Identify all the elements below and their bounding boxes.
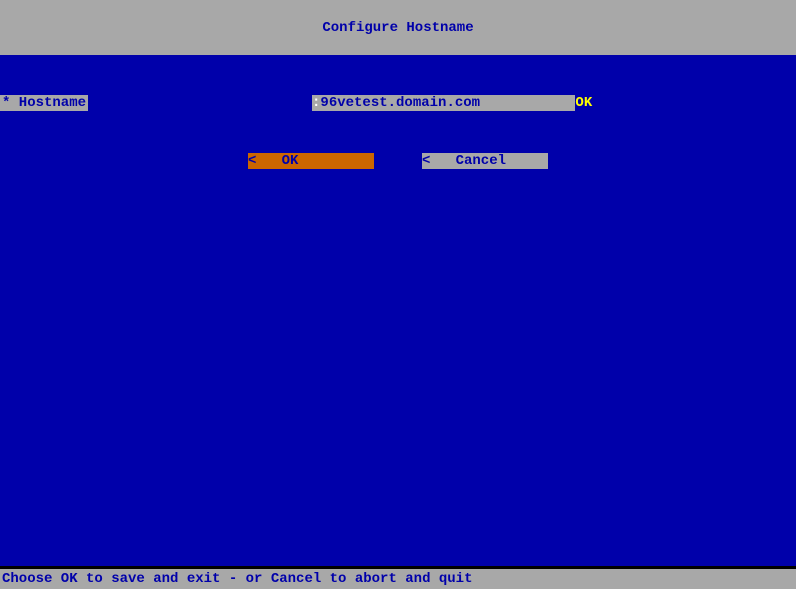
button-row: < OK > < Cancel >: [0, 153, 796, 169]
main-body: * Hostname : OK < OK > < Cancel >: [0, 55, 796, 569]
cancel-button[interactable]: < Cancel >: [422, 153, 548, 169]
footer-bar: Choose OK to save and exit - or Cancel t…: [0, 569, 796, 589]
hostname-status: OK: [575, 95, 592, 111]
page-title: Configure Hostname: [322, 20, 473, 36]
hostname-label: * Hostname: [0, 95, 88, 111]
footer-hint: Choose OK to save and exit - or Cancel t…: [2, 571, 472, 587]
hostname-input[interactable]: [320, 95, 575, 111]
hostname-separator: :: [312, 95, 320, 111]
header-bar: Configure Hostname: [0, 0, 796, 55]
ok-button[interactable]: < OK >: [248, 153, 374, 169]
hostname-row: * Hostname : OK: [0, 95, 592, 111]
